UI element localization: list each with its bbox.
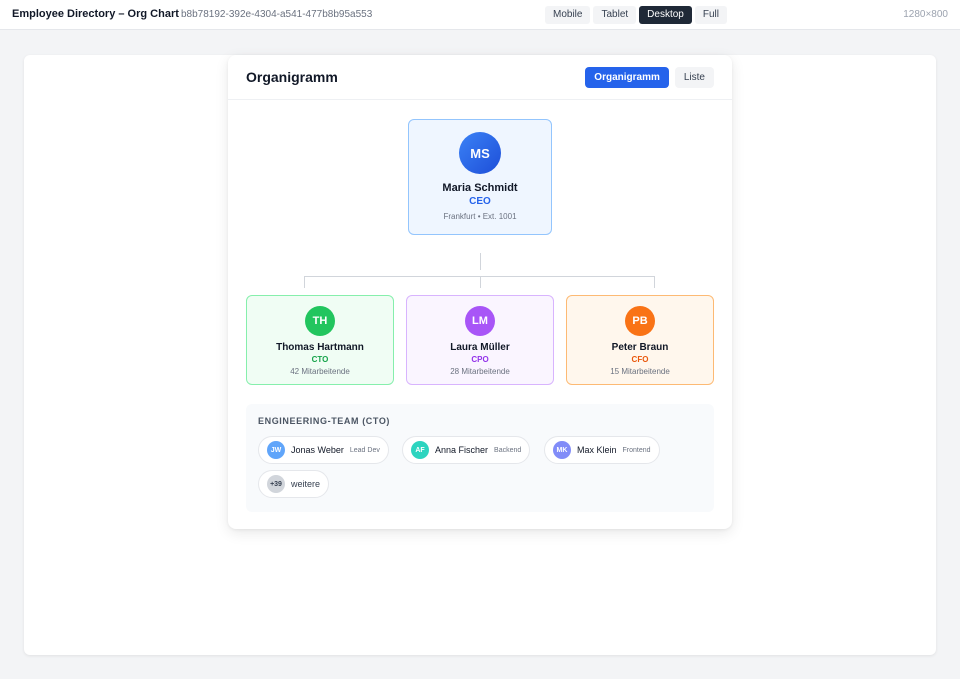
list-view-button[interactable]: Liste xyxy=(674,67,714,88)
employee-role: CPO xyxy=(471,355,489,364)
org-chart-panel: Organigramm Organigramm Liste MS Maria S… xyxy=(228,55,732,529)
org-connector xyxy=(304,276,305,288)
avatar: AF xyxy=(411,441,429,459)
employee-name: Thomas Hartmann xyxy=(276,342,364,353)
team-member-chip[interactable]: AF Anna Fischer Backend xyxy=(402,436,531,464)
member-name: Max Klein xyxy=(577,445,617,455)
app-title: Employee Directory – Org Chart xyxy=(12,8,179,20)
member-name: Anna Fischer xyxy=(435,445,489,455)
view-toggle: Organigramm Liste xyxy=(585,67,714,88)
avatar: JW xyxy=(267,441,285,459)
org-chart-view-button[interactable]: Organigramm xyxy=(585,67,669,88)
top-bar: Employee Directory – Org Chart b8b78192-… xyxy=(0,0,960,30)
employee-role: CEO xyxy=(469,196,491,207)
more-count-badge: +39 xyxy=(267,475,285,493)
employee-meta: 42 Mitarbeitende xyxy=(290,367,350,376)
more-label: weitere xyxy=(291,479,321,489)
panel-title: Organigramm xyxy=(246,69,338,85)
team-member-chip[interactable]: MK Max Klein Frontend xyxy=(544,436,660,464)
avatar: MS xyxy=(459,132,501,174)
employee-name: Peter Braun xyxy=(611,342,669,353)
employee-meta: 15 Mitarbeitende xyxy=(610,367,670,376)
viewport-tablet-button[interactable]: Tablet xyxy=(593,6,637,24)
viewport-size: 1280×800 xyxy=(903,9,948,20)
employee-role: CTO xyxy=(311,355,329,364)
employee-name: Laura Müller xyxy=(450,342,510,353)
team-title: ENGINEERING-TEAM (CTO) xyxy=(258,416,391,426)
member-name: Jonas Weber xyxy=(291,445,344,455)
app-id: b8b78192-392e-4304-a541-477b8b95a553 xyxy=(181,9,373,20)
member-role: Lead Dev xyxy=(349,446,380,454)
employee-role: CFO xyxy=(631,355,649,364)
team-section: ENGINEERING-TEAM (CTO) JW Jonas Weber Le… xyxy=(246,404,714,512)
org-connector xyxy=(480,253,481,270)
employee-meta: Frankfurt • Ext. 1001 xyxy=(443,212,517,221)
viewport-mobile-button[interactable]: Mobile xyxy=(545,6,591,24)
team-member-chip[interactable]: JW Jonas Weber Lead Dev xyxy=(258,436,389,464)
org-connector xyxy=(480,276,481,288)
ceo-card[interactable]: MS Maria Schmidt CEO Frankfurt • Ext. 10… xyxy=(408,119,552,235)
viewport-desktop-button[interactable]: Desktop xyxy=(639,6,692,24)
member-role: Frontend xyxy=(622,446,651,454)
org-connector xyxy=(654,276,655,288)
viewport-full-button[interactable]: Full xyxy=(694,6,727,24)
report-card-cto[interactable]: TH Thomas Hartmann CTO 42 Mitarbeitende xyxy=(246,295,394,385)
employee-meta: 28 Mitarbeitende xyxy=(450,367,510,376)
employee-name: Maria Schmidt xyxy=(442,182,518,194)
panel-header: Organigramm Organigramm Liste xyxy=(228,55,732,100)
viewport-switch: Mobile Tablet Desktop Full xyxy=(545,6,727,24)
report-card-cpo[interactable]: LM Laura Müller CPO 28 Mitarbeitende xyxy=(406,295,554,385)
avatar: PB xyxy=(625,306,655,336)
report-card-cfo[interactable]: PB Peter Braun CFO 15 Mitarbeitende xyxy=(566,295,714,385)
avatar: LM xyxy=(465,306,495,336)
avatar: MK xyxy=(553,441,571,459)
member-role: Backend xyxy=(494,446,522,454)
more-members-chip[interactable]: +39 weitere xyxy=(258,470,330,498)
avatar: TH xyxy=(305,306,335,336)
